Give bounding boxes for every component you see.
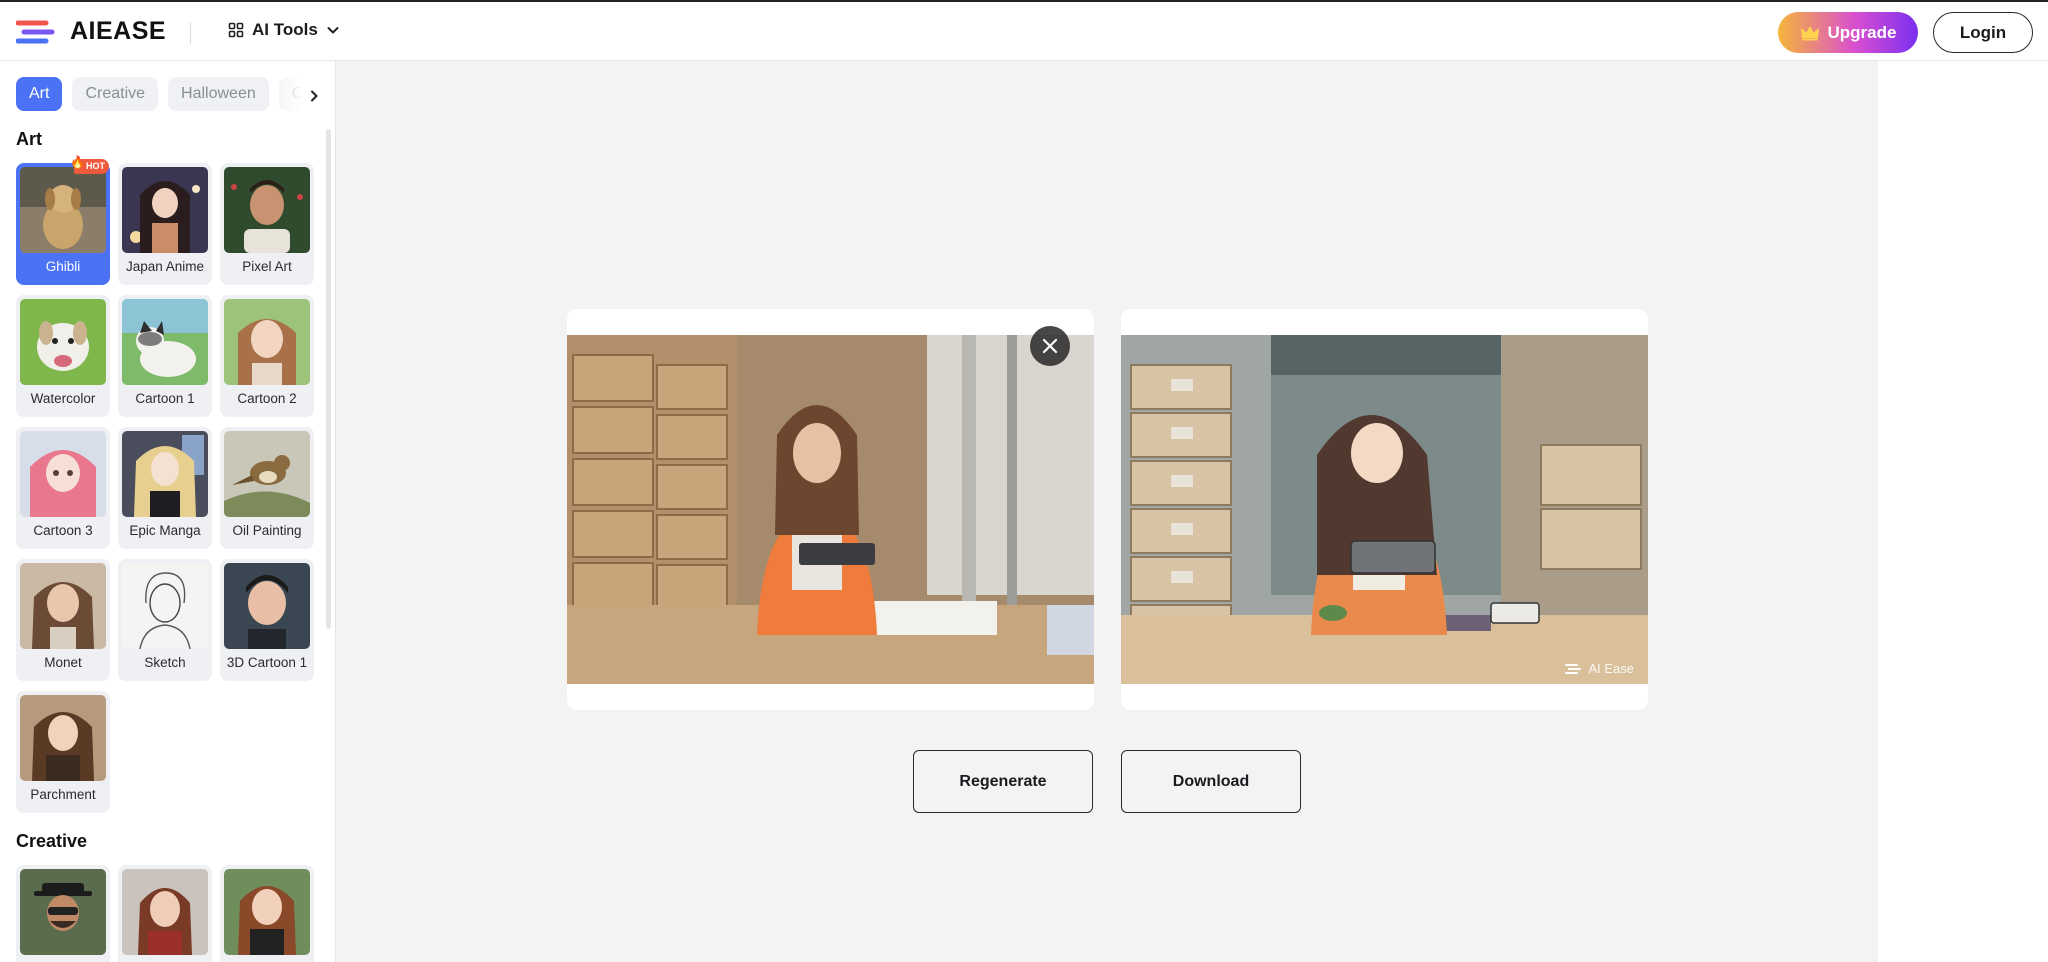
style-card-3d-cartoon-1[interactable]: 3D Cartoon 1 <box>220 559 314 681</box>
style-card-pixel-art[interactable]: Pixel Art <box>220 163 314 285</box>
creative-card[interactable] <box>118 865 212 962</box>
upgrade-button[interactable]: Upgrade <box>1778 12 1918 53</box>
chevron-down-icon <box>327 27 339 34</box>
style-card-label: Ghibli <box>45 259 81 274</box>
tab-art[interactable]: Art <box>16 77 63 111</box>
tabs-next-button[interactable] <box>300 82 328 110</box>
style-card-sketch[interactable]: Sketch <box>118 559 212 681</box>
ghibli-thumbnail <box>20 167 106 253</box>
brand-name: AIEASE <box>70 17 167 45</box>
creative-thumbnail <box>224 869 310 955</box>
monet-thumbnail <box>20 563 106 649</box>
parchment-thumbnail <box>20 695 106 781</box>
oil-painting-thumbnail <box>224 431 310 517</box>
creative-card[interactable] <box>220 865 314 962</box>
crown-icon <box>1800 25 1819 40</box>
epic-manga-thumbnail <box>122 431 208 517</box>
pixel-art-thumbnail <box>224 167 310 253</box>
right-blank-pane <box>1878 61 2048 962</box>
aiease-logo-icon <box>16 20 55 43</box>
style-card-cartoon-1[interactable]: Cartoon 1 <box>118 295 212 417</box>
watercolor-thumbnail <box>20 299 106 385</box>
regenerate-button[interactable]: Regenerate <box>913 750 1093 813</box>
cartoon-2-thumbnail <box>224 299 310 385</box>
style-card-label: Parchment <box>30 787 96 802</box>
style-card-watercolor[interactable]: Watercolor <box>16 295 110 417</box>
style-card-label: Epic Manga <box>129 523 201 538</box>
style-card-cartoon-2[interactable]: Cartoon 2 <box>220 295 314 417</box>
tab-halloween[interactable]: Halloween <box>168 77 269 111</box>
style-card-label: 3D Cartoon 1 <box>226 655 308 670</box>
cartoon-1-thumbnail <box>122 299 208 385</box>
style-card-epic-manga[interactable]: Epic Manga <box>118 427 212 549</box>
style-card-label: Monet <box>44 655 82 670</box>
cartoon-3-thumbnail <box>20 431 106 517</box>
original-photo <box>567 335 1094 684</box>
japan-anime-thumbnail <box>122 167 208 253</box>
hot-badge: 🔥 HOT <box>70 155 109 174</box>
close-icon <box>1042 338 1058 354</box>
style-sidebar: Art Creative Halloween Ch Art 🔥HOT Ghibl… <box>0 61 336 962</box>
ai-tools-label: AI Tools <box>252 20 318 39</box>
ai-tools-menu[interactable]: AI Tools <box>228 20 340 40</box>
ghibli-result-image: AI Ease <box>1121 335 1648 684</box>
section-title-creative: Creative <box>16 831 88 851</box>
creative-thumbnail <box>122 869 208 955</box>
style-card-label: Japan Anime <box>125 259 205 274</box>
close-image-button[interactable] <box>1030 326 1070 366</box>
tab-creative[interactable]: Creative <box>72 77 159 111</box>
style-card-label: Cartoon 2 <box>237 391 297 406</box>
style-card-japan-anime[interactable]: Japan Anime <box>118 163 212 285</box>
upgrade-label: Upgrade <box>1827 22 1897 42</box>
sidebar-scrollbar[interactable] <box>326 129 331 629</box>
fire-icon: 🔥 <box>70 155 85 169</box>
style-card-oil-painting[interactable]: Oil Painting <box>220 427 314 549</box>
top-header: AIEASE AI Tools Upgrade Login <box>0 0 2048 61</box>
brand-logo[interactable]: AIEASE <box>16 17 166 46</box>
style-card-label: Oil Painting <box>232 523 302 538</box>
style-card-ghibli[interactable]: 🔥 HOT Ghibli <box>16 155 110 285</box>
chevron-right-icon <box>311 90 318 102</box>
download-button[interactable]: Download <box>1121 750 1301 813</box>
creative-thumbnail <box>20 869 106 955</box>
grid-icon <box>228 22 244 38</box>
section-title-art: Art <box>16 129 42 149</box>
ai-ease-watermark: AI Ease <box>1565 661 1634 676</box>
header-divider <box>190 22 191 44</box>
original-image-panel <box>567 309 1094 710</box>
3d-cartoon-1-thumbnail <box>224 563 310 649</box>
style-card-monet[interactable]: Monet <box>16 559 110 681</box>
result-image-panel: AI Ease <box>1121 309 1648 710</box>
sketch-thumbnail <box>122 563 208 649</box>
style-card-label: Sketch <box>144 655 186 670</box>
login-button[interactable]: Login <box>1933 12 2033 53</box>
style-card-parchment[interactable]: Parchment <box>16 691 110 813</box>
style-card-label: Watercolor <box>30 391 96 406</box>
style-card-cartoon-3[interactable]: Cartoon 3 <box>16 427 110 549</box>
style-card-label: Cartoon 1 <box>135 391 195 406</box>
creative-card[interactable] <box>16 865 110 962</box>
style-card-label: Cartoon 3 <box>33 523 93 538</box>
style-card-label: Pixel Art <box>242 259 292 274</box>
aiease-watermark-icon <box>1565 663 1582 674</box>
